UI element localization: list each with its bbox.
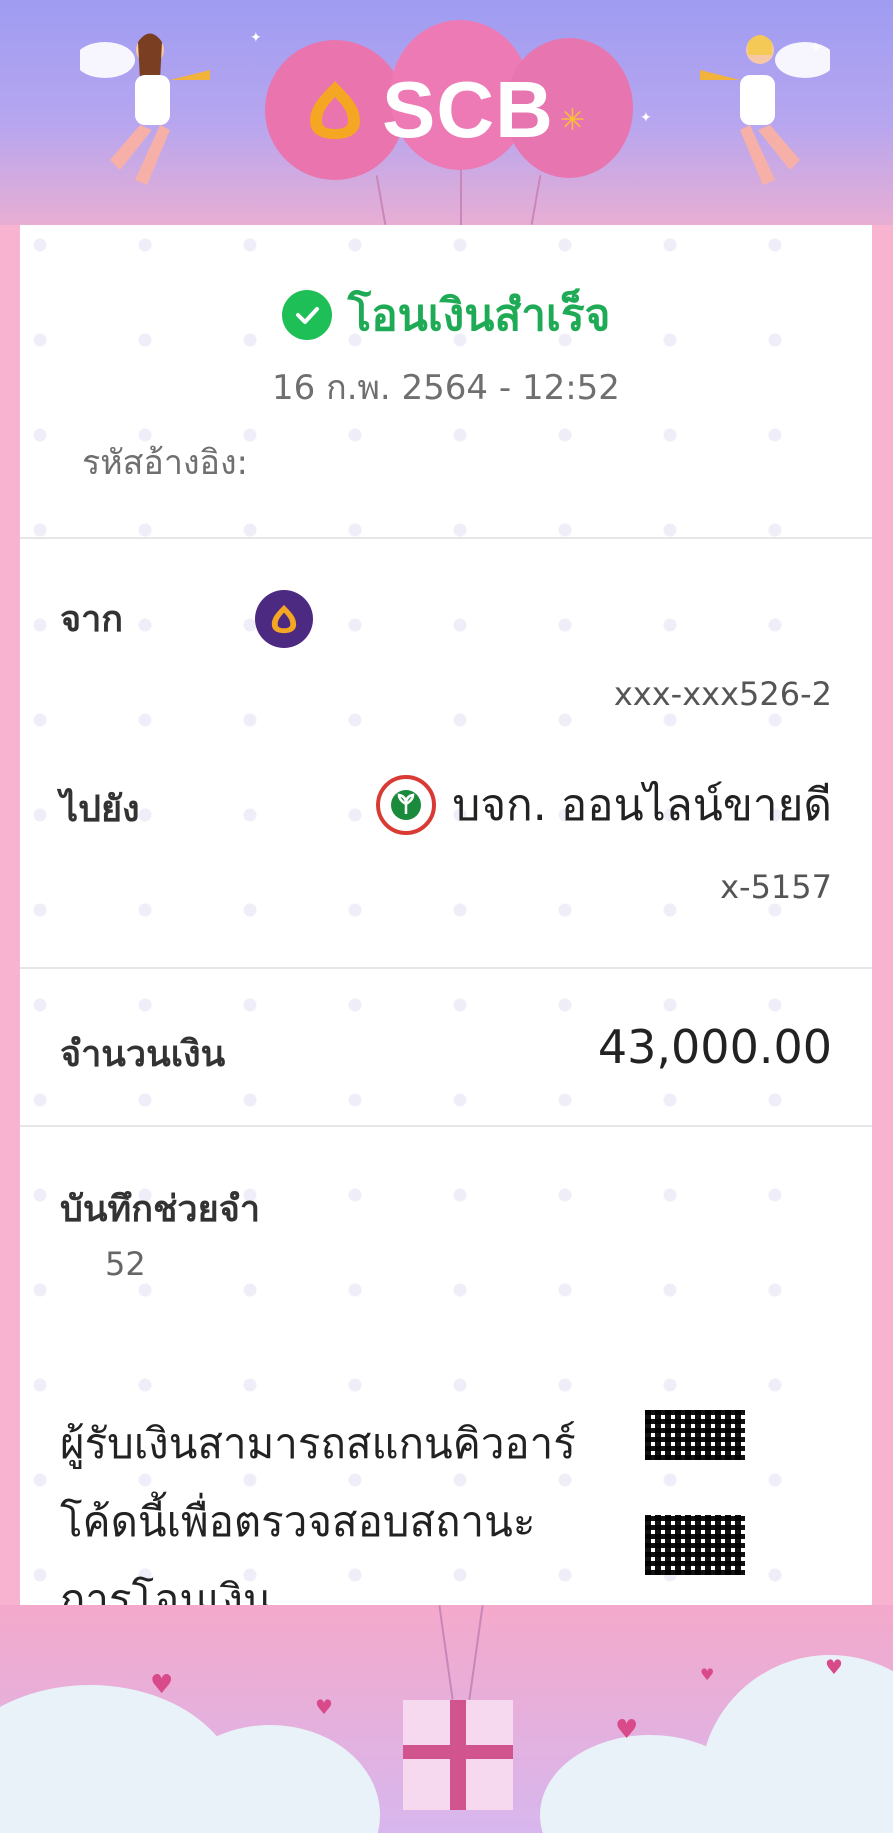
- transaction-datetime: 16 ก.พ. 2564 - 12:52: [272, 368, 620, 408]
- scb-logo-icon: [255, 590, 313, 648]
- balloon-string: [375, 175, 387, 225]
- qr-instruction-text: ผู้รับเงินสามารถสแกนคิวอาร์โค้ดนี้เพื่อต…: [60, 1419, 576, 1624]
- angel-icon: [700, 35, 830, 185]
- heart-icon: ♥: [615, 1715, 639, 1745]
- recipient-row: บจก. ออนไลน์ขายดี: [376, 770, 832, 840]
- memo-value: 52: [105, 1245, 146, 1283]
- divider: [20, 1125, 872, 1127]
- from-label: จาก: [60, 599, 124, 640]
- gift-string: [468, 1605, 484, 1700]
- qr-code-icon: [645, 1410, 745, 1460]
- status-row: โอนเงินสำเร็จ: [20, 280, 872, 350]
- status-text: โอนเงินสำเร็จ: [347, 290, 611, 341]
- amount-label: จำนวนเงิน: [60, 1034, 226, 1075]
- check-circle-icon: [281, 290, 332, 340]
- star-icon: ✳: [559, 102, 586, 138]
- brand-text: SCB: [382, 65, 554, 154]
- heart-icon: ♥: [825, 1655, 843, 1679]
- sparkle-icon: ✦: [640, 110, 652, 126]
- zigzag-edge: [0, 1605, 893, 1613]
- recipient-name: บจก. ออนไลน์ขายดี: [452, 780, 832, 831]
- gift-string: [438, 1605, 454, 1700]
- balloon-string: [530, 175, 542, 225]
- sparkle-icon: ✦: [250, 30, 262, 46]
- amount-value: 43,000.00: [597, 1020, 832, 1074]
- scb-lotus-icon: [310, 81, 360, 139]
- kbank-logo-icon: [376, 775, 437, 835]
- qr-code-icon: [645, 1515, 745, 1575]
- divider: [20, 967, 872, 969]
- heart-icon: ♥: [700, 1665, 715, 1684]
- divider: [20, 537, 872, 539]
- gift-ribbon: [403, 1745, 513, 1759]
- header-banner: ✦ ✦ ✦ SCB ✳: [0, 0, 893, 225]
- scb-logo: SCB ✳: [300, 70, 585, 150]
- memo-label: บันทึกช่วยจำ: [60, 1189, 261, 1230]
- heart-icon: ♥: [150, 1670, 174, 1700]
- balloon-string: [460, 165, 462, 225]
- from-account: xxx-xxx526-2: [613, 675, 832, 713]
- to-label: ไปยัง: [60, 789, 140, 830]
- angel-icon: [80, 33, 210, 185]
- footer-decoration: ♥ ♥ ♥ ♥ ♥: [0, 1605, 893, 1833]
- heart-icon: ♥: [315, 1695, 333, 1719]
- reference-label: รหัสอ้างอิง:: [82, 443, 249, 483]
- to-account: x-5157: [720, 868, 832, 906]
- receipt-card: โอนเงินสำเร็จ 16 ก.พ. 2564 - 12:52 รหัสอ…: [20, 225, 872, 1624]
